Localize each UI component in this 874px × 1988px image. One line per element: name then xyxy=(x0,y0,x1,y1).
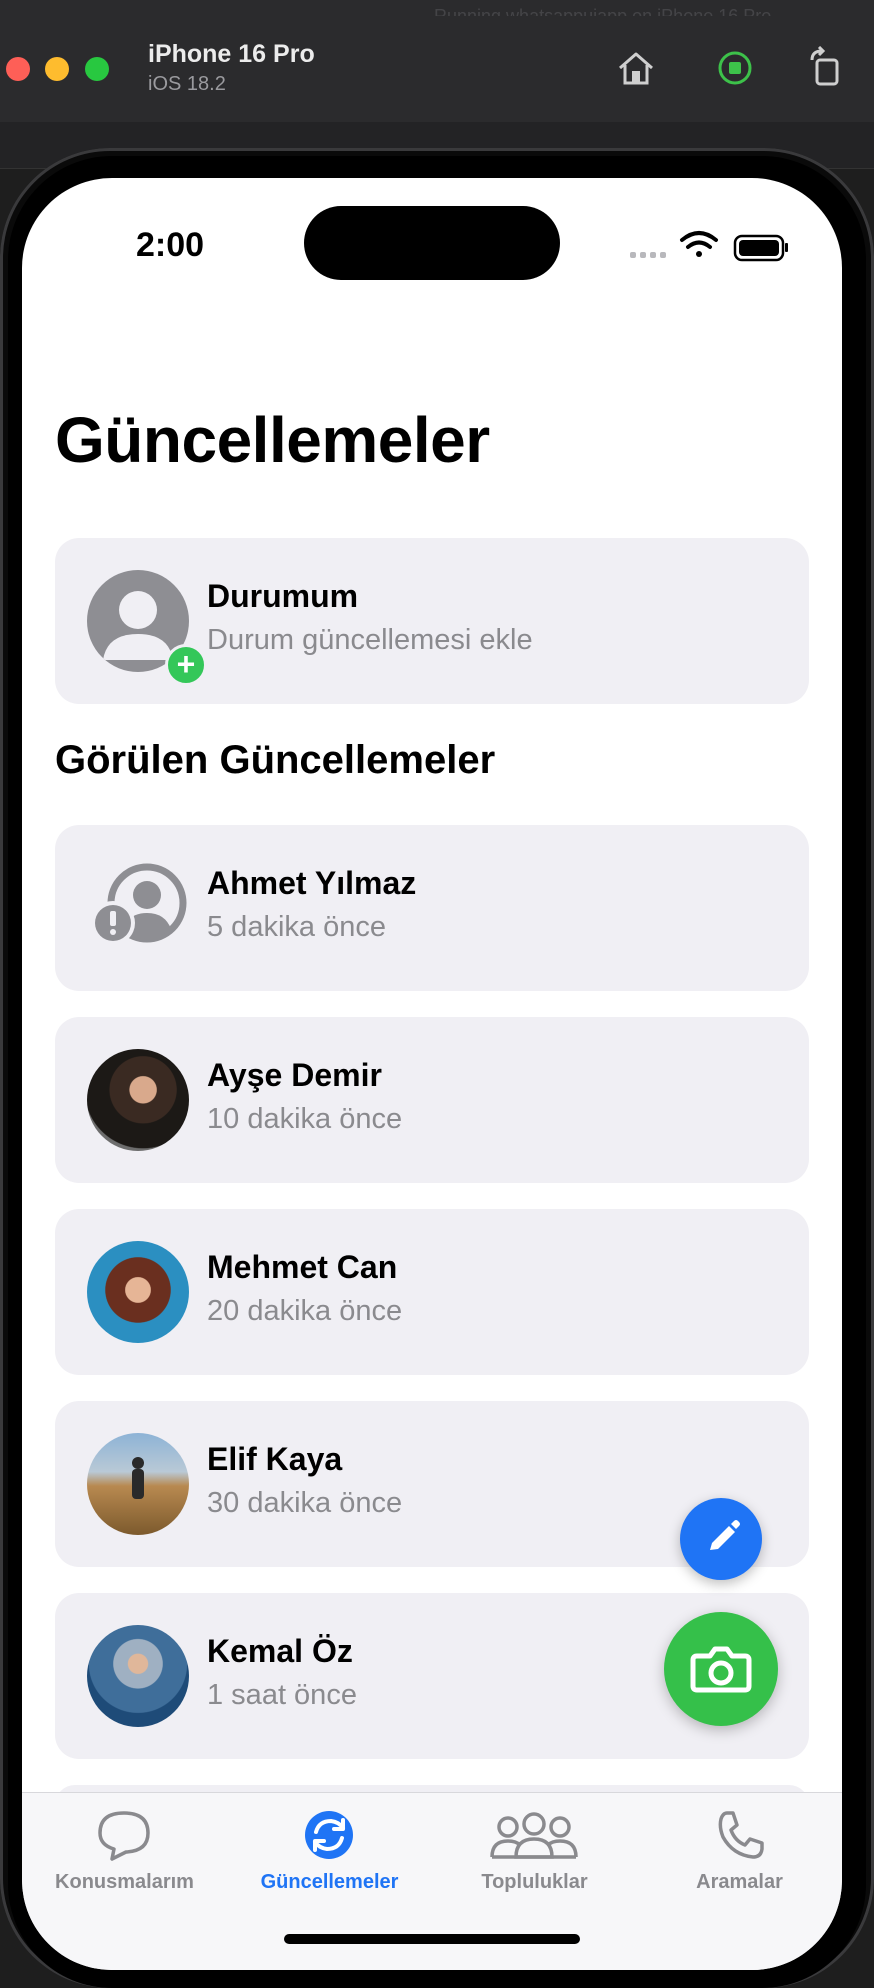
update-time: 1 saat önce xyxy=(207,1679,357,1711)
my-status-subtitle: Durum güncellemesi ekle xyxy=(207,624,533,656)
update-time: 5 dakika önce xyxy=(207,911,386,943)
page-title: Güncellemeler xyxy=(55,404,490,476)
my-status-card[interactable]: + Durumum Durum güncellemesi ekle xyxy=(55,538,809,704)
home-icon[interactable] xyxy=(614,46,658,90)
update-name: Mehmet Can xyxy=(207,1249,398,1285)
record-icon[interactable] xyxy=(713,46,757,90)
placeholder-alert-icon xyxy=(87,857,189,959)
pencil-icon xyxy=(710,1520,740,1550)
update-card[interactable]: Ayşe Demir 10 dakika önce xyxy=(55,1017,809,1183)
dynamic-island xyxy=(304,206,560,280)
update-name: Ayşe Demir xyxy=(207,1057,382,1093)
contact-avatar xyxy=(87,1049,189,1151)
signal-icon xyxy=(630,252,666,258)
tab-communities[interactable]: Topluluklar xyxy=(432,1793,637,1913)
tab-label: Konusmalarım xyxy=(55,1871,194,1893)
contact-avatar xyxy=(87,1241,189,1343)
update-name: Ahmet Yılmaz xyxy=(207,865,417,901)
edit-status-button[interactable] xyxy=(680,1498,762,1580)
status-icons xyxy=(630,231,788,262)
close-window-button[interactable] xyxy=(6,57,30,81)
tab-label: Topluluklar xyxy=(481,1871,588,1893)
zoom-window-button[interactable] xyxy=(85,57,109,81)
update-time: 30 dakika önce xyxy=(207,1487,403,1519)
add-status-badge[interactable]: + xyxy=(165,644,207,686)
communities-icon xyxy=(490,1812,578,1859)
section-title: Görülen Güncellemeler xyxy=(55,738,496,782)
chat-bubble-icon xyxy=(98,1811,150,1861)
phone-icon xyxy=(718,1811,764,1859)
simulator-titlebar: Running whatsappuiapp on iPhone 16 Pro i… xyxy=(0,0,874,123)
contact-avatar xyxy=(87,1625,189,1727)
home-indicator xyxy=(284,1934,580,1944)
camera-icon xyxy=(690,1646,752,1693)
update-card[interactable]: Mehmet Can 20 dakika önce xyxy=(55,1209,809,1375)
camera-button[interactable] xyxy=(664,1612,778,1726)
my-status-name: Durumum xyxy=(207,578,359,614)
phone-screen: 2:00 Güncellemeler + Durumum Durum günce… xyxy=(22,178,842,1970)
device-os: iOS 18.2 xyxy=(148,73,226,95)
device-name: iPhone 16 Pro xyxy=(148,40,315,68)
update-card[interactable]: Ahmet Yılmaz 5 dakika önce xyxy=(55,825,809,991)
contact-avatar xyxy=(87,1433,189,1535)
status-time: 2:00 xyxy=(136,226,205,264)
battery-icon xyxy=(733,234,788,262)
rotate-icon[interactable] xyxy=(804,46,848,90)
window-ghost-title: Running whatsappuiapp on iPhone 16 Pro xyxy=(434,6,772,16)
update-name: Elif Kaya xyxy=(207,1441,343,1477)
minimize-window-button[interactable] xyxy=(45,57,69,81)
tab-chats[interactable]: Konusmalarım xyxy=(22,1793,227,1913)
update-time: 20 dakika önce xyxy=(207,1295,403,1327)
update-time: 10 dakika önce xyxy=(207,1103,403,1135)
tab-updates[interactable]: Güncellemeler xyxy=(227,1793,432,1913)
wifi-icon xyxy=(680,231,718,257)
update-name: Kemal Öz xyxy=(207,1633,353,1669)
tab-label: Güncellemeler xyxy=(260,1871,399,1893)
updates-icon xyxy=(305,1811,353,1859)
tab-label: Aramalar xyxy=(696,1871,783,1893)
tab-calls[interactable]: Aramalar xyxy=(637,1793,842,1913)
